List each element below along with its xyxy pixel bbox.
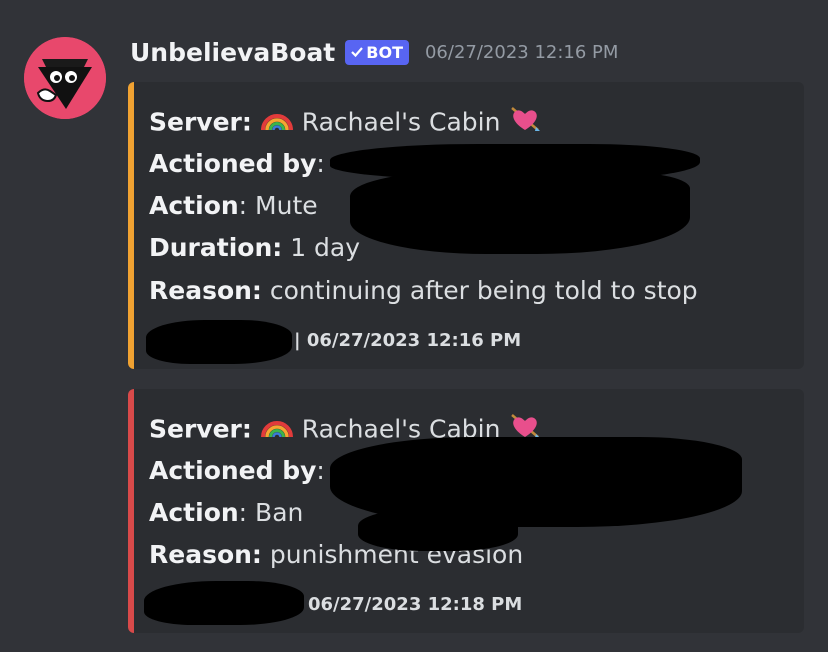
- redaction: [146, 320, 292, 364]
- duration-label: Duration:: [149, 233, 283, 262]
- action-label: Action: [149, 191, 239, 220]
- bot-badge: BOT: [345, 39, 409, 65]
- reason-value: continuing after being told to stop: [269, 276, 698, 305]
- action-line: Action: Mute: [149, 191, 318, 220]
- server-label: Server:: [149, 107, 252, 137]
- avatar-icon: [24, 37, 106, 119]
- duration-line: Duration: 1 day: [149, 231, 360, 265]
- bot-avatar[interactable]: [24, 37, 106, 119]
- embed-accent-bar: [128, 82, 134, 369]
- embed-footer-timestamp: | 06/27/2023 12:16 PM: [294, 330, 522, 351]
- username[interactable]: UnbelievaBoat: [130, 38, 335, 67]
- server-line: Server: Rachael's Cabin: [149, 104, 542, 143]
- action-value: Ban: [255, 498, 304, 527]
- embed-ban: Server: Rachael's Cabin Actioned by: Act…: [128, 389, 804, 633]
- duration-value: 1 day: [290, 233, 361, 262]
- server-name: Rachael's Cabin: [301, 107, 501, 137]
- reason-label: Reason:: [149, 540, 262, 569]
- message-timestamp: 06/27/2023 12:16 PM: [424, 41, 619, 63]
- action-value: Mute: [255, 191, 318, 220]
- action-label: Action: [149, 498, 239, 527]
- redaction: [358, 509, 518, 551]
- rainbow-icon: [260, 107, 294, 141]
- bot-badge-label: BOT: [366, 42, 403, 62]
- rainbow-icon: [260, 414, 294, 448]
- message-header: UnbelievaBoat BOT 06/27/2023 12:16 PM: [130, 30, 618, 74]
- redaction: [144, 581, 304, 625]
- action-line: Action: Ban: [149, 498, 304, 527]
- check-icon: [351, 47, 364, 58]
- embed-accent-bar: [128, 389, 134, 633]
- heart-with-arrow-icon: [508, 104, 542, 143]
- reason-line: Reason: continuing after being told to s…: [149, 274, 698, 308]
- redaction: [350, 172, 690, 254]
- actioned-by-line: Actioned by:: [149, 149, 325, 178]
- actioned-by-label: Actioned by: [149, 149, 317, 178]
- embed-footer-timestamp: 06/27/2023 12:18 PM: [308, 594, 523, 615]
- actioned-by-line: Actioned by:: [149, 456, 325, 485]
- server-label: Server:: [149, 414, 252, 444]
- embed-mute: Server: Rachael's Cabin Actioned by: Act…: [128, 82, 804, 369]
- reason-label: Reason:: [149, 276, 262, 305]
- actioned-by-label: Actioned by: [149, 456, 317, 485]
